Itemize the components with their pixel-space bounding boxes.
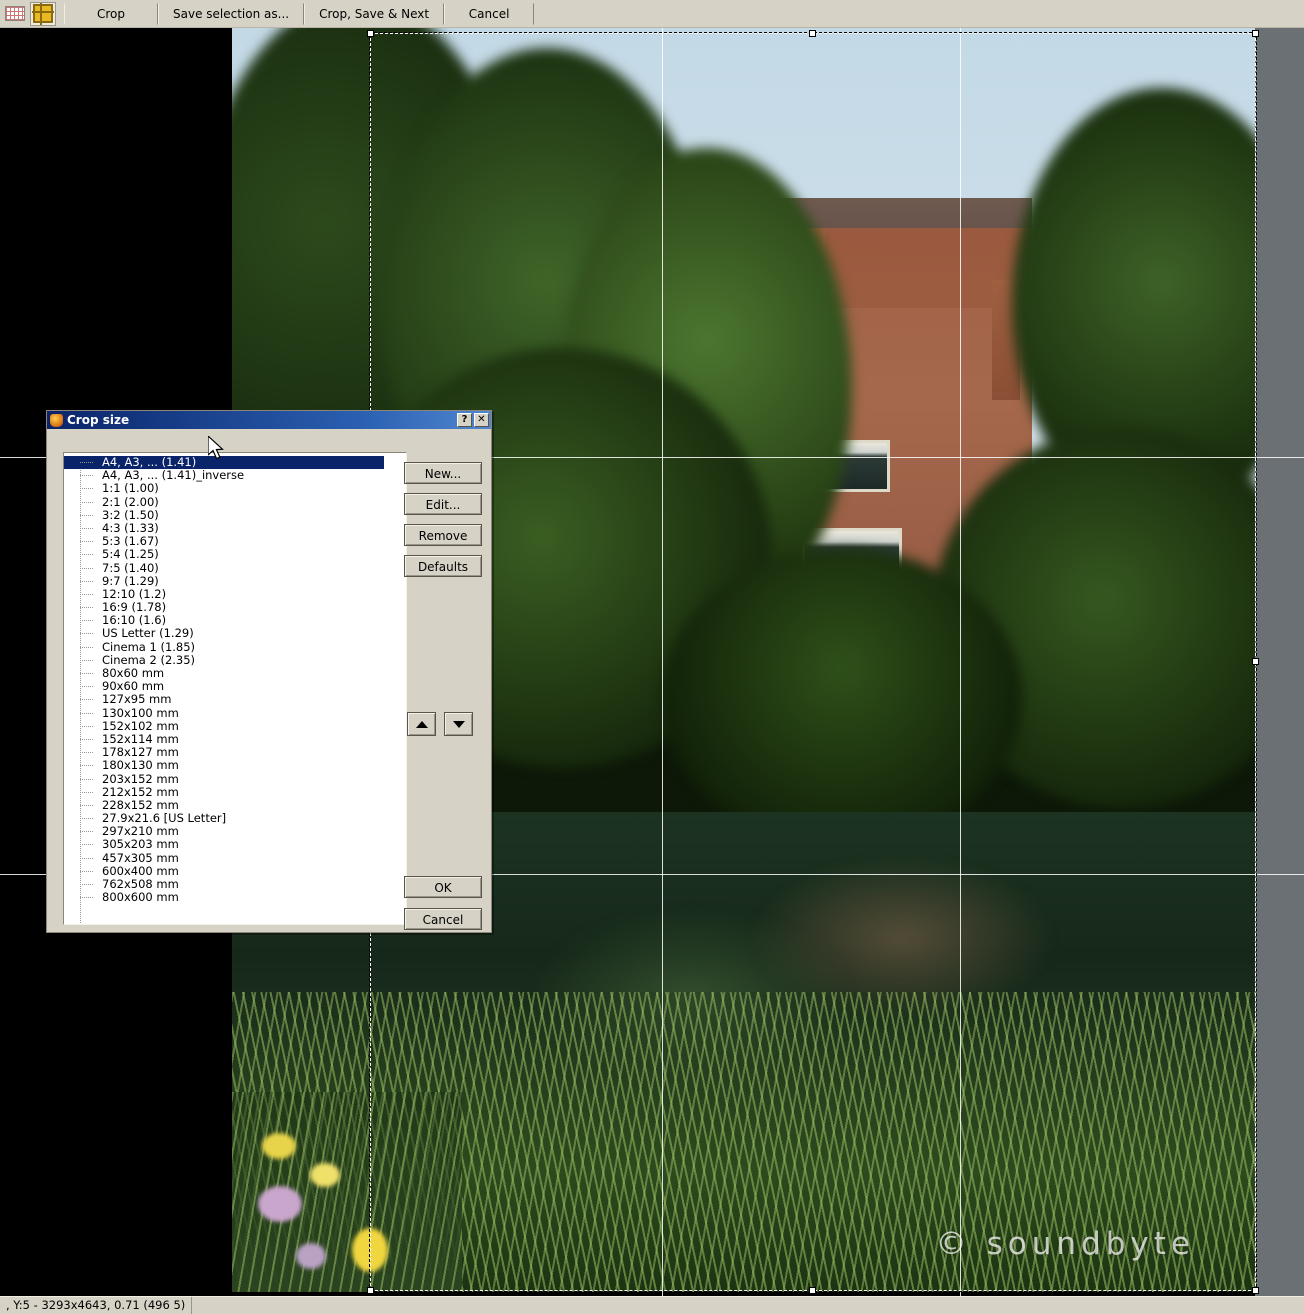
dialog-titlebar[interactable]: Crop size ? ✕ bbox=[47, 411, 491, 429]
list-item[interactable]: 3:2 (1.50) bbox=[64, 508, 406, 522]
dialog-body: A4, A3, ... (1.41) A4, A3, ... (1.41)_inv… bbox=[47, 429, 491, 932]
canvas-outside-area bbox=[1255, 28, 1304, 1296]
photo-flower-3 bbox=[258, 1186, 302, 1222]
watermark: © soundbyte bbox=[935, 1226, 1195, 1262]
list-item[interactable]: 130x100 mm bbox=[64, 706, 406, 720]
close-icon[interactable]: ✕ bbox=[474, 413, 489, 427]
crop-tool-icon[interactable] bbox=[30, 1, 56, 26]
photo-flower-2 bbox=[310, 1163, 340, 1187]
toolbar: Crop Save selection as... Crop, Save & N… bbox=[0, 0, 1304, 28]
up-arrow-glyph bbox=[415, 721, 428, 728]
crop-save-next-button[interactable]: Crop, Save & Next bbox=[304, 2, 445, 25]
list-item[interactable]: 5:4 (1.25) bbox=[64, 548, 406, 561]
crop-size-list-items: A4, A3, ... (1.41) A4, A3, ... (1.41)_inv… bbox=[64, 453, 406, 904]
save-selection-as-button[interactable]: Save selection as... bbox=[158, 2, 305, 25]
edit-button[interactable]: Edit... bbox=[404, 493, 482, 515]
grid-icon[interactable] bbox=[2, 1, 28, 26]
list-item[interactable]: 2:1 (2.00) bbox=[64, 495, 406, 509]
list-item[interactable]: 180x130 mm bbox=[64, 759, 406, 772]
list-item[interactable]: 9:7 (1.29) bbox=[64, 574, 406, 588]
list-item[interactable]: 305x203 mm bbox=[64, 838, 406, 851]
crop-button[interactable]: Crop bbox=[64, 2, 158, 25]
ok-button[interactable]: OK bbox=[404, 876, 482, 898]
list-item[interactable]: US Letter (1.29) bbox=[64, 627, 406, 640]
crop-app-icon bbox=[50, 413, 63, 427]
grid-icon-glyph bbox=[5, 6, 25, 21]
list-item[interactable]: 800x600 mm bbox=[64, 890, 406, 904]
cancel-button[interactable]: Cancel bbox=[444, 2, 535, 25]
dialog-title: Crop size bbox=[67, 413, 130, 427]
photo-flower-1 bbox=[262, 1133, 296, 1159]
list-item[interactable]: 7:5 (1.40) bbox=[64, 561, 406, 575]
move-down-arrow-icon[interactable] bbox=[444, 712, 473, 736]
crop-size-dialog[interactable]: Crop size ? ✕ A4, A3, ... (1.41) A4, A3, … bbox=[46, 410, 492, 933]
help-button[interactable]: ? bbox=[457, 413, 472, 427]
list-item[interactable]: 457x305 mm bbox=[64, 851, 406, 865]
photo-foliage-bank bbox=[662, 548, 1022, 848]
crop-tool-icon-glyph bbox=[32, 3, 54, 25]
status-bar-text: , Y:5 - 3293x4643, 0.71 (496 5) bbox=[0, 1296, 193, 1314]
status-bar: , Y:5 - 3293x4643, 0.71 (496 5) bbox=[0, 1296, 1304, 1314]
move-up-arrow-icon[interactable] bbox=[407, 712, 436, 736]
list-item[interactable]: 152x102 mm bbox=[64, 719, 406, 733]
defaults-button[interactable]: Defaults bbox=[404, 555, 482, 577]
list-item[interactable]: Cinema 1 (1.85) bbox=[64, 640, 406, 654]
photo-flower-4 bbox=[352, 1228, 388, 1272]
list-item[interactable]: 203x152 mm bbox=[64, 772, 406, 786]
list-item[interactable]: 1:1 (1.00) bbox=[64, 482, 406, 495]
new-button[interactable]: New... bbox=[404, 462, 482, 484]
photo-flower-5 bbox=[296, 1243, 326, 1269]
dialog-cancel-button[interactable]: Cancel bbox=[404, 908, 482, 930]
list-item[interactable]: 212x152 mm bbox=[64, 785, 406, 799]
crop-size-list[interactable]: A4, A3, ... (1.41) A4, A3, ... (1.41)_inv… bbox=[63, 452, 407, 925]
application-window: Crop Save selection as... Crop, Save & N… bbox=[0, 0, 1304, 1314]
remove-button[interactable]: Remove bbox=[404, 524, 482, 546]
down-arrow-glyph bbox=[452, 721, 465, 728]
list-item[interactable]: 127x95 mm bbox=[64, 693, 406, 706]
